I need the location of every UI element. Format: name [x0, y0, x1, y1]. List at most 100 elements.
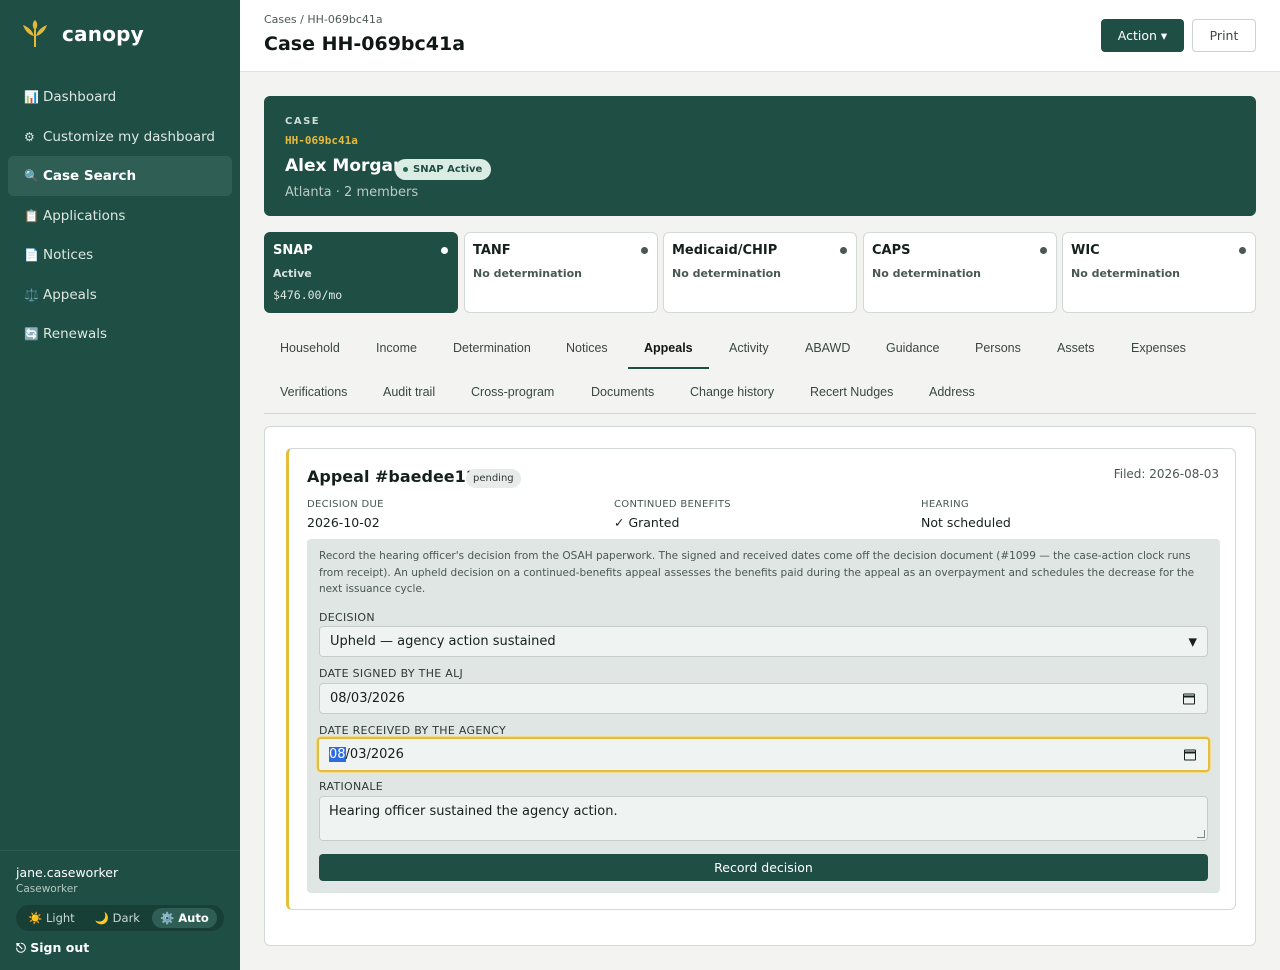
case-location: Atlanta · 2 members: [285, 185, 419, 200]
tab-verifications[interactable]: Verifications: [280, 385, 347, 399]
user-name: jane.caseworker: [16, 865, 119, 880]
sidebar-item-label: Applications: [43, 207, 126, 224]
breadcrumb[interactable]: Cases / HH-069bc41a: [264, 13, 383, 26]
canopy-logo-icon: [23, 20, 47, 47]
chevron-down-icon: ▼: [1188, 635, 1197, 648]
sidebar-item-notices[interactable]: 📄 Notices: [8, 235, 232, 275]
tab-expenses[interactable]: Expenses: [1131, 341, 1186, 355]
sidebar-item-customize-dashboard[interactable]: ⚙ Customize my dashboard: [8, 117, 232, 157]
date-received-input[interactable]: 08/03/2026: [317, 737, 1210, 772]
active-tab-indicator: [628, 367, 709, 369]
refresh-icon: 🔄: [24, 327, 39, 341]
calendar-icon[interactable]: [1184, 749, 1196, 760]
gear-icon: ⚙: [24, 129, 35, 144]
scales-icon: ⚖️: [24, 287, 39, 302]
sidebar-item-case-search[interactable]: 🔍 Case Search: [8, 156, 232, 196]
rationale-value: Hearing officer sustained the agency act…: [329, 804, 618, 819]
tab-appeals[interactable]: Appeals: [644, 341, 693, 355]
case-tabs: Household Income Determination Notices A…: [264, 326, 1256, 414]
tab-guidance[interactable]: Guidance: [886, 341, 940, 355]
theme-light-option[interactable]: ☀️ Light: [20, 908, 83, 928]
tab-activity[interactable]: Activity: [729, 341, 769, 355]
filed-date: Filed: 2026-08-03: [1113, 467, 1219, 481]
program-status: Active: [273, 267, 312, 280]
program-name: SNAP: [273, 243, 313, 258]
date-signed-input[interactable]: 08/03/2026: [319, 683, 1208, 714]
continued-benefits-value: ✓ Granted: [614, 515, 680, 530]
record-decision-button[interactable]: Record decision: [319, 854, 1208, 881]
record-decision-form: Record the hearing officer's decision fr…: [307, 539, 1220, 893]
status-dot-icon: [1239, 247, 1246, 254]
program-card-caps[interactable]: CAPS No determination: [863, 232, 1057, 313]
status-badge: SNAP Active: [395, 159, 492, 180]
action-menu-button[interactable]: Action ▾: [1101, 19, 1184, 52]
program-amount: $476.00/mo: [273, 288, 343, 302]
sidebar-item-appeals[interactable]: ⚖️ Appeals: [8, 275, 232, 315]
tab-income[interactable]: Income: [376, 341, 417, 355]
sidebar: canopy 📊 Dashboard ⚙ Customize my dashbo…: [0, 0, 240, 970]
program-name: TANF: [473, 243, 511, 258]
status-badge-label: SNAP Active: [413, 164, 483, 175]
calendar-icon[interactable]: [1183, 693, 1195, 704]
form-instructions: Record the hearing officer's decision fr…: [319, 550, 1195, 595]
appeal-title: Appeal #baedee11: [307, 467, 477, 486]
tab-address[interactable]: Address: [929, 385, 975, 399]
tab-household[interactable]: Household: [280, 341, 340, 355]
sidebar-item-dashboard[interactable]: 📊 Dashboard: [8, 77, 232, 117]
chart-icon: 📊: [24, 90, 39, 104]
sidebar-item-renewals[interactable]: 🔄 Renewals: [8, 314, 232, 354]
sidebar-item-label: Appeals: [43, 286, 97, 303]
tab-recert-nudges[interactable]: Recert Nudges: [810, 385, 893, 399]
rationale-textarea[interactable]: Hearing officer sustained the agency act…: [319, 796, 1208, 841]
program-card-tanf[interactable]: TANF No determination: [464, 232, 658, 313]
client-name: Alex Morgan: [285, 156, 406, 176]
search-icon: 🔍: [24, 169, 39, 183]
resize-handle-icon[interactable]: [1197, 830, 1205, 838]
appeals-panel: Appeal #baedee11 pending Filed: 2026-08-…: [264, 426, 1256, 946]
brand[interactable]: canopy: [22, 20, 144, 48]
theme-auto-option[interactable]: ⚙️ Auto: [151, 908, 217, 928]
program-name: Medicaid/CHIP: [672, 243, 778, 258]
print-button[interactable]: Print: [1192, 19, 1256, 52]
theme-dark-option[interactable]: 🌙 Dark: [87, 908, 148, 928]
page-header: Cases / HH-069bc41a Case HH-069bc41a Act…: [240, 0, 1280, 72]
program-name: WIC: [1071, 243, 1100, 258]
program-name: CAPS: [872, 243, 911, 258]
program-status: No determination: [1071, 267, 1180, 280]
tab-cross-program[interactable]: Cross-program: [471, 385, 554, 399]
tab-abawd[interactable]: ABAWD: [805, 341, 850, 355]
decision-select[interactable]: Upheld — agency action sustained ▼: [319, 626, 1208, 657]
sidebar-nav: 📊 Dashboard ⚙ Customize my dashboard 🔍 C…: [8, 77, 232, 354]
tab-documents[interactable]: Documents: [591, 385, 654, 399]
date-signed-value: 08/03/2026: [330, 691, 405, 706]
sidebar-footer: jane.caseworker Caseworker ☀️ Light 🌙 Da…: [0, 850, 240, 970]
program-card-snap[interactable]: SNAP Active $476.00/mo: [264, 232, 458, 313]
date-month-segment[interactable]: 08: [329, 747, 346, 762]
app-name: canopy: [62, 22, 144, 46]
document-icon: 📄: [24, 248, 39, 262]
tab-persons[interactable]: Persons: [975, 341, 1021, 355]
sign-out-link[interactable]: ⎋ Sign out: [16, 940, 89, 956]
tab-change-history[interactable]: Change history: [690, 385, 774, 399]
decision-label: DECISION: [319, 611, 375, 624]
tab-assets[interactable]: Assets: [1057, 341, 1095, 355]
tab-determination[interactable]: Determination: [453, 341, 531, 355]
program-card-medicaid-chip[interactable]: Medicaid/CHIP No determination: [663, 232, 857, 313]
user-role: Caseworker: [16, 883, 78, 895]
continued-benefits-label: CONTINUED BENEFITS: [614, 499, 731, 510]
sidebar-item-label: Dashboard: [43, 89, 117, 105]
status-dot-icon: [641, 247, 648, 254]
hearing-value: Not scheduled: [921, 515, 1011, 530]
date-received-label: DATE RECEIVED BY THE AGENCY: [319, 724, 506, 737]
sidebar-item-label: Renewals: [43, 326, 108, 342]
sidebar-item-applications[interactable]: 📋 Applications: [8, 196, 232, 236]
program-card-wic[interactable]: WIC No determination: [1062, 232, 1256, 313]
tab-audit-trail[interactable]: Audit trail: [383, 385, 435, 399]
appeal-card: Appeal #baedee11 pending Filed: 2026-08-…: [286, 448, 1236, 910]
program-status: No determination: [473, 267, 582, 280]
status-dot-icon: [840, 247, 847, 254]
theme-toggle: ☀️ Light 🌙 Dark ⚙️ Auto: [16, 905, 224, 931]
decision-due-label: DECISION DUE: [307, 499, 384, 510]
tab-notices[interactable]: Notices: [566, 341, 608, 355]
sidebar-item-label: Case Search: [43, 168, 137, 184]
